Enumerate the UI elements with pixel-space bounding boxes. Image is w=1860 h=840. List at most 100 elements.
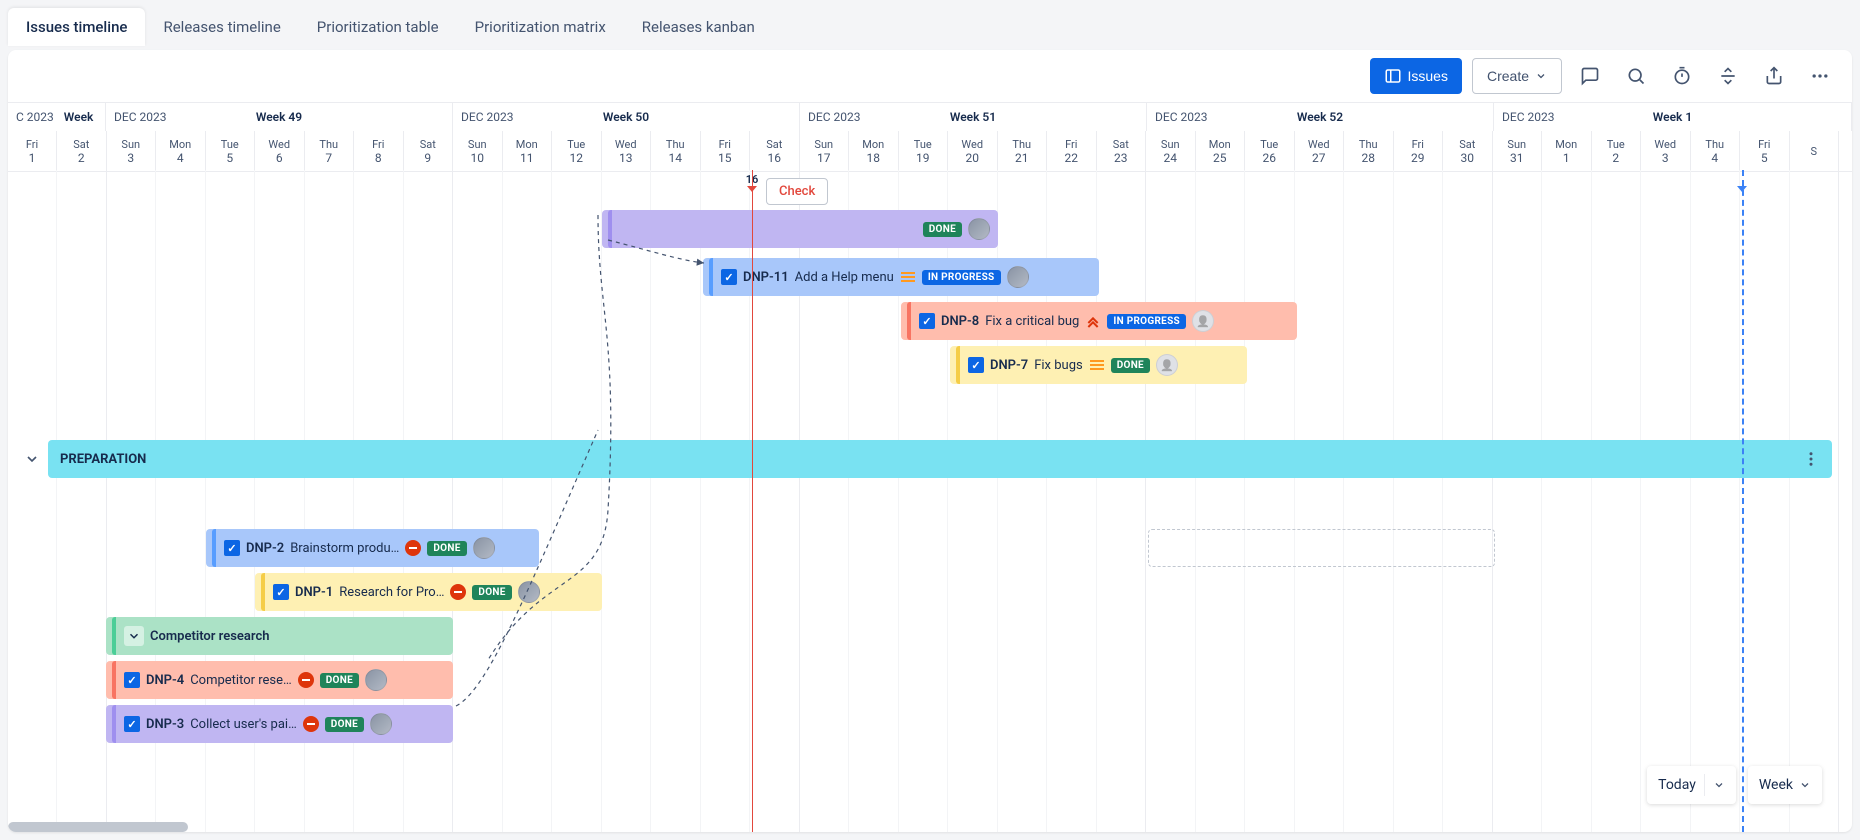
resize-handle[interactable] bbox=[956, 346, 960, 384]
day-cell: Mon25 bbox=[1196, 131, 1246, 171]
group-collapse-toggle[interactable] bbox=[124, 626, 144, 646]
day-cell: Sun17 bbox=[800, 131, 850, 171]
issue-bar-dnp-8[interactable]: DNP-8 Fix a critical bug IN PROGRESS bbox=[901, 302, 1297, 340]
issue-key: DNP-8 bbox=[941, 314, 979, 329]
future-marker-line bbox=[1742, 170, 1744, 832]
issue-bar-dnp-1[interactable]: DNP-1 Research for Pro… DONE bbox=[255, 573, 602, 611]
day-cell: Sun10 bbox=[453, 131, 503, 171]
status-badge: DONE bbox=[320, 673, 359, 688]
task-type-icon bbox=[968, 357, 984, 373]
issue-title: Collect user's pai… bbox=[190, 717, 297, 732]
resize-handle[interactable] bbox=[112, 661, 116, 699]
group-title: Competitor research bbox=[150, 629, 269, 644]
resize-handle[interactable] bbox=[112, 705, 116, 743]
week-row: C 2023Week DEC 2023Week 49 DEC 2023Week … bbox=[8, 103, 1852, 131]
task-type-icon bbox=[919, 313, 935, 329]
day-cell: Tue19 bbox=[899, 131, 949, 171]
tab-prioritization-table[interactable]: Prioritization table bbox=[299, 8, 457, 46]
time-tracking-button[interactable] bbox=[1664, 58, 1700, 94]
day-cell: Tue26 bbox=[1245, 131, 1295, 171]
issue-title: Fix bugs bbox=[1034, 358, 1083, 373]
issue-bar[interactable]: DONE bbox=[602, 210, 998, 248]
milestone-check[interactable]: Check bbox=[766, 178, 828, 205]
day-cell: Wed3 bbox=[1641, 131, 1691, 171]
avatar[interactable] bbox=[968, 218, 990, 240]
priority-blocker-icon bbox=[298, 672, 314, 688]
more-button[interactable] bbox=[1802, 58, 1838, 94]
horizontal-scrollbar[interactable] bbox=[8, 822, 188, 832]
chevron-down-icon bbox=[24, 451, 40, 467]
day-cell: Sun31 bbox=[1493, 131, 1543, 171]
lane-collapse-toggle[interactable] bbox=[20, 447, 44, 471]
week-cell: DEC 2023Week 52 bbox=[1147, 103, 1494, 131]
resize-handle[interactable] bbox=[212, 529, 216, 567]
issue-title: Fix a critical bug bbox=[985, 314, 1079, 329]
resize-handle[interactable] bbox=[608, 210, 612, 248]
tab-issues-timeline[interactable]: Issues timeline bbox=[8, 8, 145, 46]
create-button[interactable]: Create bbox=[1472, 58, 1562, 94]
chevron-down-icon bbox=[1799, 779, 1811, 791]
priority-medium-icon bbox=[1089, 357, 1105, 373]
swimlane-more-button[interactable] bbox=[1802, 450, 1820, 468]
comment-icon bbox=[1580, 66, 1600, 86]
collapse-button[interactable] bbox=[1710, 58, 1746, 94]
today-button[interactable]: Today bbox=[1658, 777, 1696, 793]
ghost-placeholder[interactable] bbox=[1148, 529, 1495, 567]
day-cell: S bbox=[1790, 131, 1840, 171]
tab-prioritization-matrix[interactable]: Prioritization matrix bbox=[457, 8, 624, 46]
timeline-surface: Issues Create C 2023Week DEC 2023Week 49 bbox=[8, 50, 1852, 832]
issue-bar-dnp-2[interactable]: DNP-2 Brainstorm produ… DONE bbox=[206, 529, 539, 567]
issue-title: Add a Help menu bbox=[795, 270, 894, 285]
resize-handle[interactable] bbox=[261, 573, 265, 611]
avatar[interactable] bbox=[365, 669, 387, 691]
day-cell: Wed13 bbox=[602, 131, 652, 171]
day-cell: Sun24 bbox=[1146, 131, 1196, 171]
avatar[interactable] bbox=[1007, 266, 1029, 288]
issues-button[interactable]: Issues bbox=[1370, 58, 1462, 94]
resize-handle[interactable] bbox=[709, 258, 713, 296]
day-cell: Wed27 bbox=[1295, 131, 1345, 171]
priority-blocker-icon bbox=[303, 716, 319, 732]
day-cell: Mon18 bbox=[849, 131, 899, 171]
tab-releases-kanban[interactable]: Releases kanban bbox=[624, 8, 773, 46]
issue-key: DNP-3 bbox=[146, 717, 184, 732]
avatar[interactable] bbox=[370, 713, 392, 735]
status-badge: DONE bbox=[1111, 358, 1150, 373]
day-cell: Wed20 bbox=[948, 131, 998, 171]
unassigned-avatar[interactable] bbox=[1156, 354, 1178, 376]
share-icon bbox=[1764, 66, 1784, 86]
resize-handle[interactable] bbox=[907, 302, 911, 340]
issue-bar-dnp-4[interactable]: DNP-4 Competitor rese… DONE bbox=[106, 661, 453, 699]
day-cell: Tue5 bbox=[206, 131, 256, 171]
tab-releases-timeline[interactable]: Releases timeline bbox=[145, 8, 298, 46]
status-badge: IN PROGRESS bbox=[1107, 314, 1186, 329]
day-cell: Fri1 bbox=[8, 131, 57, 171]
issues-button-label: Issues bbox=[1408, 68, 1448, 84]
today-dropdown[interactable] bbox=[1713, 779, 1725, 791]
status-badge: DONE bbox=[923, 222, 962, 237]
day-cell: Sun3 bbox=[107, 131, 157, 171]
collapse-vertical-icon bbox=[1718, 66, 1738, 86]
status-badge: DONE bbox=[427, 541, 466, 556]
avatar[interactable] bbox=[518, 581, 540, 603]
issue-bar-dnp-3[interactable]: DNP-3 Collect user's pai… DONE bbox=[106, 705, 453, 743]
search-button[interactable] bbox=[1618, 58, 1654, 94]
view-tabs: Issues timeline Releases timeline Priori… bbox=[0, 0, 1860, 46]
issue-bar-dnp-7[interactable]: DNP-7 Fix bugs DONE bbox=[950, 346, 1247, 384]
avatar[interactable] bbox=[473, 537, 495, 559]
day-cell: Sat9 bbox=[404, 131, 454, 171]
issue-key: DNP-1 bbox=[295, 585, 333, 600]
group-bar-competitor-research[interactable]: Competitor research bbox=[106, 617, 453, 655]
resize-handle[interactable] bbox=[112, 617, 116, 655]
share-button[interactable] bbox=[1756, 58, 1792, 94]
week-cell: C 2023Week bbox=[8, 103, 106, 131]
create-button-label: Create bbox=[1487, 68, 1529, 84]
day-cell: Thu14 bbox=[651, 131, 701, 171]
comments-button[interactable] bbox=[1572, 58, 1608, 94]
week-cell: DEC 2023Week 51 bbox=[800, 103, 1147, 131]
task-type-icon bbox=[273, 584, 289, 600]
issue-bar-dnp-11[interactable]: DNP-11 Add a Help menu IN PROGRESS bbox=[703, 258, 1099, 296]
unassigned-avatar[interactable] bbox=[1192, 310, 1214, 332]
scale-button[interactable]: Week bbox=[1748, 766, 1822, 804]
swimlane-preparation[interactable]: PREPARATION bbox=[48, 440, 1832, 478]
